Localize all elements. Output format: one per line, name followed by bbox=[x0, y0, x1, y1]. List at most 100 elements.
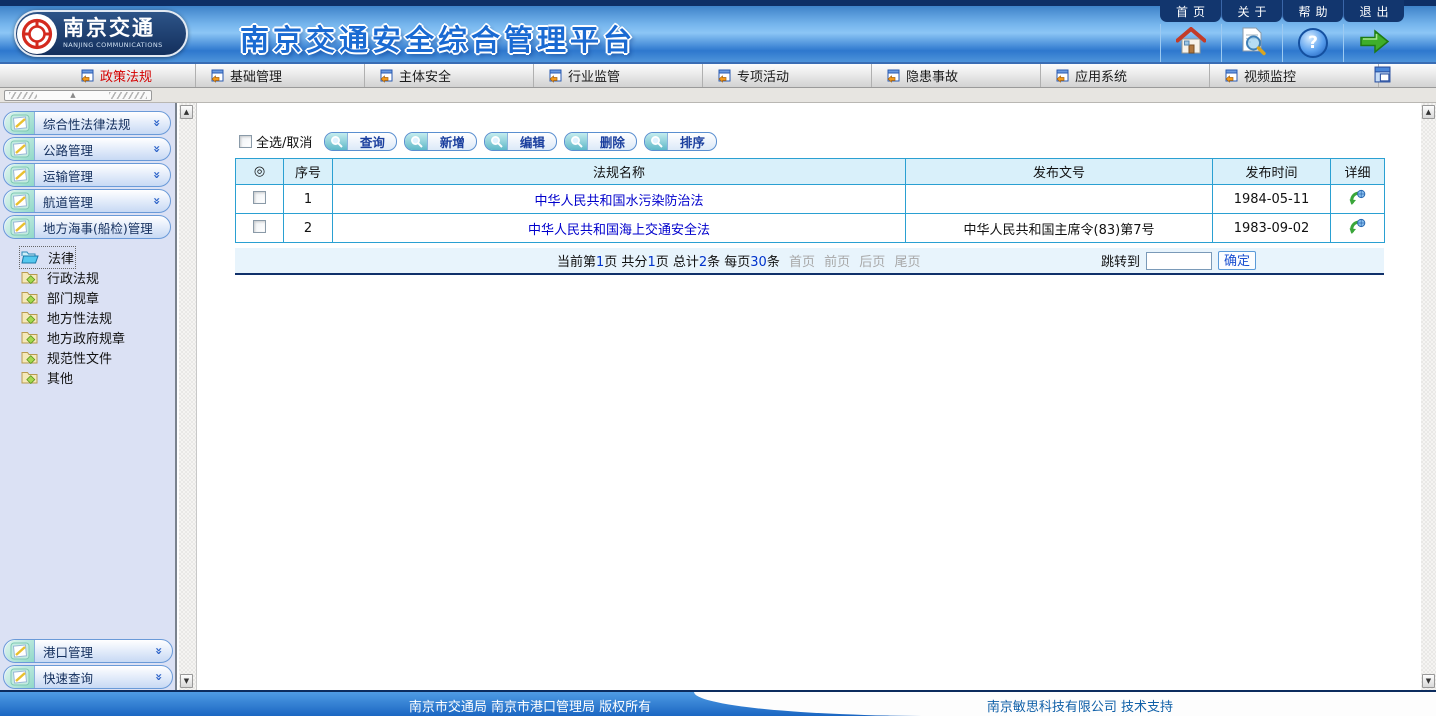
form-icon bbox=[80, 69, 94, 83]
notepad-icon bbox=[5, 138, 35, 160]
quick-tab-exit[interactable]: 退出 bbox=[1343, 0, 1404, 22]
menu-item-subject-safety[interactable]: 主体安全 bbox=[365, 64, 534, 87]
sidebar-group-comprehensive-laws[interactable]: 综合性法律法规 » bbox=[3, 111, 171, 135]
pagination-summary: 当前第1页 共分1页 总计2条 每页30条 首页 前页 后页 尾页 bbox=[557, 251, 920, 270]
quick-tab-home[interactable]: 首页 bbox=[1160, 0, 1221, 22]
select-all-label: 全选/取消 bbox=[256, 132, 312, 151]
row-seq: 2 bbox=[284, 214, 333, 243]
footer-copyright: 南京市交通局 南京市港口管理局 版权所有 bbox=[230, 696, 830, 715]
scroll-up-button[interactable]: ▲ bbox=[1422, 105, 1435, 119]
row-checkbox[interactable] bbox=[253, 220, 266, 233]
folder-icon bbox=[21, 270, 38, 284]
main-content: 全选/取消 查询 新增 编辑 删除 排序 ◎ 序号 法规名称 发布文 bbox=[198, 103, 1420, 690]
sidebar-group-quick-query[interactable]: 快速查询 » bbox=[3, 665, 173, 689]
menu-item-industry-supervision[interactable]: 行业监管 bbox=[534, 64, 703, 87]
logo-brand-sub: NANJING COMMUNICATIONS bbox=[63, 42, 163, 49]
window-layout-button[interactable] bbox=[1374, 66, 1392, 84]
law-link[interactable]: 中华人民共和国海上交通安全法 bbox=[528, 223, 710, 238]
tree-item-local-government-rules[interactable]: 地方政府规章 bbox=[0, 327, 175, 347]
home-icon bbox=[1176, 27, 1206, 60]
detail-go-icon[interactable] bbox=[1349, 218, 1366, 238]
tree-item-department-rules[interactable]: 部门规章 bbox=[0, 287, 175, 307]
menu-item-basic-management[interactable]: 基础管理 bbox=[196, 64, 365, 87]
quick-tab-help[interactable]: 帮助 bbox=[1282, 0, 1343, 22]
col-header-doc-no: 发布文号 bbox=[906, 159, 1213, 185]
folder-icon bbox=[21, 290, 38, 304]
notepad-icon bbox=[5, 666, 35, 688]
table-row: 1 中华人民共和国水污染防治法 1984-05-11 bbox=[236, 185, 1385, 214]
menu-item-hidden-danger-accidents[interactable]: 隐患事故 bbox=[872, 64, 1041, 87]
form-icon bbox=[548, 69, 562, 83]
jump-page-input[interactable] bbox=[1146, 252, 1212, 270]
content-scrollbar[interactable]: ▲ ▼ bbox=[179, 103, 197, 690]
folder-icon bbox=[21, 370, 38, 384]
next-page-link[interactable]: 后页 bbox=[859, 255, 885, 270]
menu-item-policy-regulations[interactable]: 政策法规 bbox=[0, 64, 196, 87]
total-records: 2 bbox=[699, 255, 707, 270]
page-jump: 跳转到 确定 bbox=[1101, 251, 1256, 270]
row-doc-no: 中华人民共和国主席令(83)第7号 bbox=[906, 214, 1213, 243]
tree-item-normative-documents[interactable]: 规范性文件 bbox=[0, 347, 175, 367]
row-date: 1983-09-02 bbox=[1213, 214, 1331, 243]
row-checkbox[interactable] bbox=[253, 191, 266, 204]
sidebar-group-transport-management[interactable]: 运输管理 » bbox=[3, 163, 171, 187]
form-icon bbox=[886, 69, 900, 83]
footer-tech-support: 南京敏思科技有限公司 技术支持 bbox=[780, 696, 1380, 715]
magnifier-icon bbox=[405, 133, 428, 150]
quick-nav-icons bbox=[1160, 24, 1404, 62]
row-date: 1984-05-11 bbox=[1213, 185, 1331, 214]
about-icon bbox=[1237, 26, 1267, 60]
help-button[interactable] bbox=[1282, 24, 1343, 62]
add-button[interactable]: 新增 bbox=[404, 132, 477, 151]
select-all-checkbox[interactable] bbox=[239, 135, 252, 148]
edit-button[interactable]: 编辑 bbox=[484, 132, 557, 151]
about-button[interactable] bbox=[1221, 24, 1282, 62]
tree-item-other[interactable]: 其他 bbox=[0, 367, 175, 387]
query-button[interactable]: 查询 bbox=[324, 132, 397, 151]
main-menu-bar: 政策法规 基础管理 主体安全 行业监管 专项活动 隐患事故 应用系统 视频监控 bbox=[0, 62, 1436, 88]
panel-collapse-handle[interactable]: ▲ bbox=[4, 90, 152, 101]
confirm-button[interactable]: 确定 bbox=[1218, 251, 1256, 270]
chevron-down-icon: » bbox=[150, 119, 164, 127]
sort-button[interactable]: 排序 bbox=[644, 132, 717, 151]
scroll-down-button[interactable]: ▼ bbox=[1422, 674, 1435, 688]
sidebar-group-waterway-management[interactable]: 航道管理 » bbox=[3, 189, 171, 213]
tree-item-local-regulations[interactable]: 地方性法规 bbox=[0, 307, 175, 327]
tree-item-laws[interactable]: 法律 bbox=[0, 247, 175, 267]
col-header-select: ◎ bbox=[236, 159, 284, 185]
law-link[interactable]: 中华人民共和国水污染防治法 bbox=[534, 194, 703, 209]
quick-nav-tabs: 首页 关于 帮助 退出 bbox=[1160, 0, 1404, 22]
page-size: 30 bbox=[750, 255, 767, 270]
exit-button[interactable] bbox=[1343, 24, 1404, 62]
menu-item-video-surveillance[interactable]: 视频监控 bbox=[1210, 64, 1379, 87]
row-seq: 1 bbox=[284, 185, 333, 214]
jump-label: 跳转到 bbox=[1101, 251, 1140, 270]
detail-go-icon[interactable] bbox=[1349, 189, 1366, 209]
logo-brand: 南京交通 bbox=[63, 18, 163, 39]
sidebar-group-port-management[interactable]: 港口管理 » bbox=[3, 639, 173, 663]
notepad-icon bbox=[5, 640, 35, 662]
menu-item-special-activities[interactable]: 专项活动 bbox=[703, 64, 872, 87]
home-button[interactable] bbox=[1160, 24, 1221, 62]
quick-tab-about[interactable]: 关于 bbox=[1221, 0, 1282, 22]
window-scrollbar[interactable]: ▲ ▼ bbox=[1421, 103, 1436, 690]
exit-icon bbox=[1357, 28, 1391, 59]
scroll-up-button[interactable]: ▲ bbox=[180, 105, 193, 119]
tree-item-administrative-regulations[interactable]: 行政法规 bbox=[0, 267, 175, 287]
scroll-down-button[interactable]: ▼ bbox=[180, 674, 193, 688]
col-header-date: 发布时间 bbox=[1213, 159, 1331, 185]
prev-page-link[interactable]: 前页 bbox=[824, 255, 850, 270]
magnifier-icon bbox=[565, 133, 588, 150]
delete-button[interactable]: 删除 bbox=[564, 132, 637, 151]
form-icon bbox=[210, 69, 224, 83]
form-icon bbox=[717, 69, 731, 83]
sidebar-group-local-maritime-management[interactable]: 地方海事(船检)管理 bbox=[3, 215, 171, 239]
folder-icon bbox=[21, 310, 38, 324]
first-page-link[interactable]: 首页 bbox=[789, 255, 815, 270]
form-icon bbox=[379, 69, 393, 83]
last-page-link[interactable]: 尾页 bbox=[894, 255, 920, 270]
sidebar-group-highway-management[interactable]: 公路管理 » bbox=[3, 137, 171, 161]
window-layout-icon bbox=[1374, 66, 1391, 83]
table-row: 2 中华人民共和国海上交通安全法 中华人民共和国主席令(83)第7号 1983-… bbox=[236, 214, 1385, 243]
menu-item-application-systems[interactable]: 应用系统 bbox=[1041, 64, 1210, 87]
